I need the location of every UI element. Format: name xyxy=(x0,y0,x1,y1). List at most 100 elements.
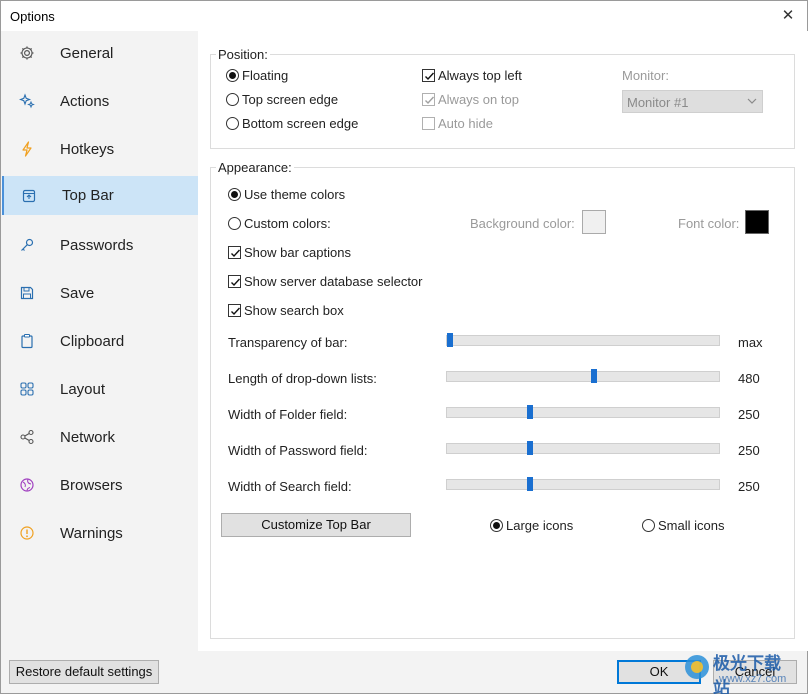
transparency-slider[interactable] xyxy=(446,333,720,347)
bottom-edge-label[interactable]: Bottom screen edge xyxy=(242,116,358,131)
floppy-icon xyxy=(18,284,36,302)
monitor-select[interactable]: Monitor #1 xyxy=(622,90,763,113)
top-edge-radio[interactable] xyxy=(226,93,239,106)
always-top-left-checkbox[interactable] xyxy=(422,69,435,82)
title-bar: Options ✕ xyxy=(1,1,807,31)
sidebar-item-label: Warnings xyxy=(60,524,123,542)
show-search-label[interactable]: Show search box xyxy=(244,303,344,318)
appearance-group xyxy=(210,167,795,639)
sidebar-item-label: Layout xyxy=(60,380,106,398)
sidebar-item-layout[interactable]: Layout xyxy=(2,369,198,409)
sidebar-item-label: General xyxy=(60,44,114,62)
watermark: 极光下载站 www.xz7.com xyxy=(679,647,797,694)
top-bar-icon xyxy=(20,187,38,205)
clipboard-icon xyxy=(18,332,36,350)
dropdown-length-label: Length of drop-down lists: xyxy=(228,371,377,386)
dropdown-length-slider[interactable] xyxy=(446,369,720,383)
show-captions-checkbox[interactable] xyxy=(228,246,241,259)
search-width-value: 250 xyxy=(738,479,760,494)
sidebar-item-label: Network xyxy=(60,428,116,446)
close-icon[interactable]: ✕ xyxy=(777,5,799,27)
sidebar-item-save[interactable]: Save xyxy=(2,273,198,313)
lightning-icon xyxy=(18,140,36,158)
show-db-selector-checkbox[interactable] xyxy=(228,275,241,288)
background-color-swatch[interactable] xyxy=(582,210,606,234)
appearance-group-title: Appearance: xyxy=(216,160,294,175)
window-title: Options xyxy=(10,9,55,24)
sidebar-item-label: Save xyxy=(60,284,95,302)
top-edge-label[interactable]: Top screen edge xyxy=(242,92,338,107)
slider-thumb[interactable] xyxy=(527,441,533,455)
large-icons-radio[interactable] xyxy=(490,519,503,532)
auto-hide-label[interactable]: Auto hide xyxy=(438,116,493,131)
sidebar-item-network[interactable]: Network xyxy=(2,417,198,457)
grid-icon xyxy=(18,380,36,398)
main-panel: Position: Floating Top screen edge Botto… xyxy=(198,31,808,651)
share-icon xyxy=(18,428,36,446)
watermark-text: 极光下载站 xyxy=(713,654,781,694)
sidebar-item-label: Hotkeys xyxy=(60,140,115,158)
bottom-edge-radio[interactable] xyxy=(226,117,239,130)
custom-colors-radio[interactable] xyxy=(228,217,241,230)
dropdown-length-value: 480 xyxy=(738,371,760,386)
sidebar-item-label: Top Bar xyxy=(62,187,114,204)
always-on-top-checkbox[interactable] xyxy=(422,93,435,106)
sidebar-item-label: Passwords xyxy=(60,236,134,254)
large-icons-label[interactable]: Large icons xyxy=(506,518,573,533)
checkmark-icon xyxy=(231,307,241,316)
search-width-label: Width of Search field: xyxy=(228,479,352,494)
sidebar-item-label: Clipboard xyxy=(60,332,125,350)
options-window: Options ✕ General Actions Hotkeys Top Ba… xyxy=(0,0,808,694)
sidebar-item-passwords[interactable]: Passwords xyxy=(2,225,198,265)
use-theme-radio[interactable] xyxy=(228,188,241,201)
search-width-slider[interactable] xyxy=(446,477,720,491)
folder-width-slider[interactable] xyxy=(446,405,720,419)
watermark-url: www.xz7.com xyxy=(719,673,787,685)
monitor-label: Monitor: xyxy=(622,68,669,83)
position-group-title: Position: xyxy=(216,47,270,62)
checkmark-icon xyxy=(231,278,241,287)
password-width-slider[interactable] xyxy=(446,441,720,455)
restore-defaults-button[interactable]: Restore default settings xyxy=(9,660,159,684)
sidebar-item-hotkeys[interactable]: Hotkeys xyxy=(2,129,198,169)
sidebar-item-label: Browsers xyxy=(60,476,123,494)
gear-icon xyxy=(18,44,36,62)
slider-thumb[interactable] xyxy=(447,333,453,347)
auto-hide-checkbox[interactable] xyxy=(422,117,435,130)
slider-thumb[interactable] xyxy=(527,405,533,419)
globe-icon xyxy=(18,476,36,494)
font-color-swatch[interactable] xyxy=(745,210,769,234)
small-icons-label[interactable]: Small icons xyxy=(658,518,724,533)
sidebar-item-general[interactable]: General xyxy=(2,33,198,73)
sidebar-item-warnings[interactable]: Warnings xyxy=(2,513,198,553)
slider-thumb[interactable] xyxy=(591,369,597,383)
sparkle-icon xyxy=(18,92,36,110)
slider-thumb[interactable] xyxy=(527,477,533,491)
show-db-selector-label[interactable]: Show server database selector xyxy=(244,274,422,289)
sidebar-item-label: Actions xyxy=(60,92,110,110)
customize-top-bar-button[interactable]: Customize Top Bar xyxy=(221,513,411,537)
always-top-left-label[interactable]: Always top left xyxy=(438,68,522,83)
show-search-checkbox[interactable] xyxy=(228,304,241,317)
show-captions-label[interactable]: Show bar captions xyxy=(244,245,351,260)
chevron-down-icon xyxy=(747,95,757,110)
background-color-label: Background color: xyxy=(470,216,575,231)
small-icons-radio[interactable] xyxy=(642,519,655,532)
sidebar-item-browsers[interactable]: Browsers xyxy=(2,465,198,505)
key-icon xyxy=(18,236,36,254)
floating-radio[interactable] xyxy=(226,69,239,82)
custom-colors-label[interactable]: Custom colors: xyxy=(244,216,331,231)
warning-icon xyxy=(18,524,36,542)
checkmark-icon xyxy=(425,96,435,105)
use-theme-label[interactable]: Use theme colors xyxy=(244,187,345,202)
checkmark-icon xyxy=(231,249,241,258)
folder-width-value: 250 xyxy=(738,407,760,422)
floating-label[interactable]: Floating xyxy=(242,68,288,83)
sidebar-item-actions[interactable]: Actions xyxy=(2,81,198,121)
always-on-top-label[interactable]: Always on top xyxy=(438,92,519,107)
checkmark-icon xyxy=(425,72,435,81)
transparency-label: Transparency of bar: xyxy=(228,335,348,350)
sidebar-item-clipboard[interactable]: Clipboard xyxy=(2,321,198,361)
sidebar: General Actions Hotkeys Top Bar Password… xyxy=(1,31,198,651)
sidebar-item-top-bar[interactable]: Top Bar xyxy=(2,176,198,215)
